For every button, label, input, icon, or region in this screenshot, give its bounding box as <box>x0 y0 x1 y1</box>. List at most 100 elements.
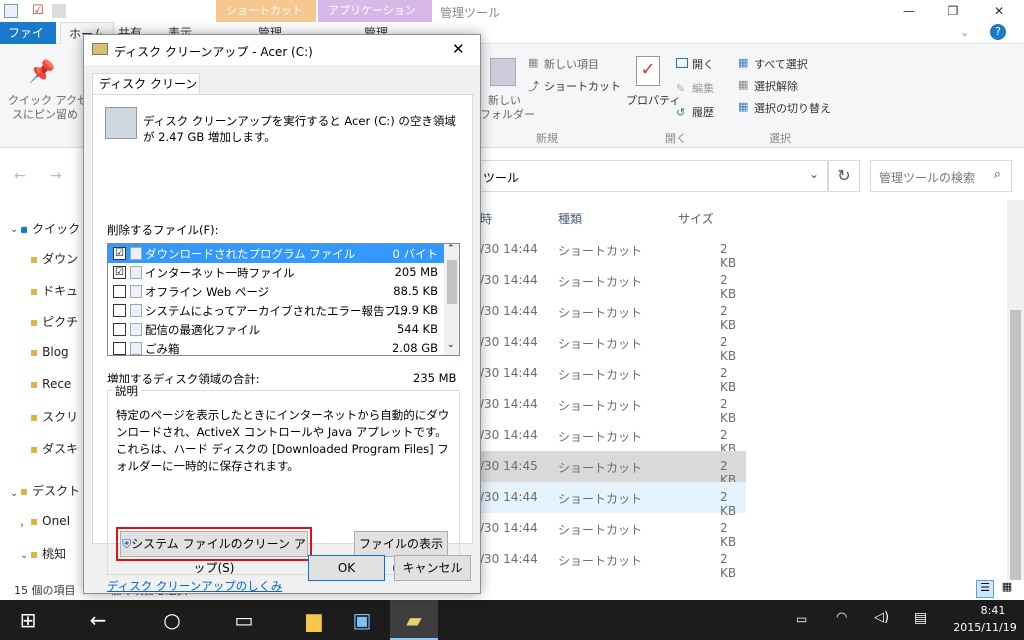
chevron-down-icon[interactable]: ⌄ <box>960 26 969 39</box>
checkbox[interactable] <box>113 323 126 336</box>
large-icons-view-icon[interactable]: ▦ <box>998 580 1016 598</box>
chevron-down-icon[interactable]: ⌄ <box>809 167 819 181</box>
invert-selection-button[interactable]: 選択の切り替え <box>754 100 831 116</box>
scroll-down-icon[interactable]: ⌄ <box>447 340 455 350</box>
task-view-icon[interactable]: ▭ <box>220 600 268 640</box>
collapse-icon[interactable]: › <box>20 520 24 531</box>
pin-icon[interactable]: 📌 <box>28 60 55 85</box>
list-scrollbar[interactable]: ⌃ ⌄ <box>444 244 459 355</box>
scroll-up-icon[interactable]: ⌃ <box>447 244 455 254</box>
control-panel-icon[interactable]: ▣ <box>338 600 386 640</box>
list-item[interactable]: ☑ ダウンロードされたプログラム ファイル 0 バイト <box>108 244 444 263</box>
forward-icon[interactable]: → <box>50 168 62 184</box>
history-button[interactable]: 履歴 <box>692 104 714 120</box>
select-none-icon: ▦ <box>738 78 749 91</box>
pin-label-2[interactable]: スにピン留め <box>12 106 78 122</box>
search-box[interactable]: 管理ツールの検索 ⌕ <box>870 160 1012 192</box>
new-folder-label-2[interactable]: フォルダー <box>480 106 535 122</box>
back-arrow-icon[interactable]: ← <box>74 600 122 640</box>
item-size: 2.08 GB <box>391 341 438 355</box>
details-view-icon[interactable]: ☰ <box>976 580 994 598</box>
tab-file[interactable]: ファイル <box>0 22 56 62</box>
list-item[interactable]: ごみ箱 2.08 GB <box>108 339 444 355</box>
list-item[interactable]: ☑ インターネット一時ファイル 205 MB <box>108 263 444 282</box>
how-cleanup-works-link[interactable]: ディスク クリーンアップのしくみ <box>107 578 282 594</box>
address-bar[interactable]: ツール ⌄ <box>480 160 828 192</box>
help-icon[interactable]: ? <box>990 24 1006 40</box>
table-row[interactable]: /30 14:44 ショートカット 2 KB <box>480 358 746 394</box>
back-icon[interactable]: ← <box>14 168 26 184</box>
maximize-icon[interactable]: ❐ <box>930 0 976 22</box>
properties-icon[interactable]: ☑ <box>32 4 46 18</box>
search-icon[interactable]: ○ <box>148 600 196 640</box>
new-folder-icon[interactable] <box>52 4 66 18</box>
disk-cleanup-task-icon[interactable]: ▰ <box>390 600 438 640</box>
expand-icon[interactable]: ⌄ <box>10 224 18 235</box>
cancel-button[interactable]: キャンセル <box>394 555 471 581</box>
new-item-button[interactable]: 新しい項目 <box>544 56 599 72</box>
expand-icon[interactable]: ⌄ <box>10 488 18 499</box>
select-all-button[interactable]: すべて選択 <box>754 56 808 72</box>
row-type: ショートカット <box>558 523 643 537</box>
folder-icon: ▪ <box>20 484 29 498</box>
checkbox[interactable] <box>113 342 126 355</box>
quick-access-icon[interactable] <box>4 4 18 18</box>
table-row[interactable]: /30 14:45 ショートカット 2 KB <box>480 451 746 487</box>
list-scroll-thumb[interactable] <box>447 260 457 304</box>
nav-item-label: クイック <box>32 222 81 236</box>
minimize-icon[interactable]: — <box>886 0 932 22</box>
vertical-scrollbar[interactable] <box>1007 200 1024 600</box>
close-icon[interactable]: ✕ <box>452 40 465 58</box>
checkbox[interactable]: ☑ <box>113 247 126 260</box>
search-placeholder: 管理ツールの検索 <box>879 171 976 185</box>
search-icon[interactable]: ⌕ <box>994 167 1001 182</box>
ok-button[interactable]: OK <box>308 555 385 581</box>
item-name: オフライン Web ページ <box>145 285 270 299</box>
start-icon[interactable]: ⊞ <box>4 600 52 640</box>
view-files-button[interactable]: ファイルの表示(V) <box>354 531 448 575</box>
close-icon[interactable]: ✕ <box>976 0 1022 22</box>
file-explorer-icon[interactable]: ▆ <box>290 600 338 640</box>
table-row[interactable]: /30 14:44 ショートカット 2 KB <box>480 420 746 456</box>
column-type[interactable]: 種類 <box>558 210 582 227</box>
clock-time[interactable]: 8:41 <box>968 604 1018 617</box>
table-row[interactable]: /30 14:44 ショートカット 2 KB <box>480 513 746 549</box>
files-to-delete-list[interactable]: ☑ ダウンロードされたプログラム ファイル 0 バイト ☑ インターネット一時ファイル 2… <box>107 243 460 356</box>
list-item[interactable]: システムによってアーカイブされたエラー報告フ... 19.9 KB <box>108 301 444 320</box>
group-open-label: 開く <box>665 132 687 145</box>
table-row[interactable]: /30 14:44 ショートカット 2 KB <box>480 389 746 425</box>
open-button[interactable]: 開く <box>692 56 714 72</box>
properties-big-icon[interactable]: ✓ <box>636 56 660 86</box>
notification-icon[interactable]: ▤ <box>914 610 927 626</box>
list-item[interactable]: 配信の最適化ファイル 544 KB <box>108 320 444 339</box>
app-tools-tab[interactable]: アプリケーション ツール <box>318 0 432 39</box>
table-row[interactable]: /30 14:44 ショートカット 2 KB <box>480 482 746 518</box>
edit-button[interactable]: 編集 <box>692 80 714 96</box>
column-size[interactable]: サイズ <box>678 210 714 227</box>
wifi-icon[interactable]: ◠ <box>836 610 847 625</box>
shortcut-button[interactable]: ショートカット <box>544 78 621 94</box>
column-date[interactable]: 時 <box>480 210 492 227</box>
checkbox[interactable] <box>113 285 126 298</box>
properties-button[interactable]: プロパティ <box>626 92 680 108</box>
checkbox[interactable] <box>113 304 126 317</box>
battery-icon[interactable]: ▭ <box>796 612 807 626</box>
system-cleanup-button[interactable]: ⛨システム ファイルのクリーン アップ(S) <box>120 531 308 575</box>
refresh-icon[interactable]: ↻ <box>828 160 860 192</box>
scrollbar-thumb[interactable] <box>1010 310 1021 580</box>
shortcut-tools-tab[interactable]: ショートカット ツール <box>216 0 316 39</box>
table-row[interactable]: /30 14:44 ショートカット 2 KB <box>480 544 746 580</box>
select-none-button[interactable]: 選択解除 <box>754 78 798 94</box>
table-row[interactable]: /30 14:44 ショートカット 2 KB <box>480 296 746 332</box>
checkbox[interactable]: ☑ <box>113 266 126 279</box>
table-row[interactable]: /30 14:44 ショートカット 2 KB <box>480 265 746 301</box>
table-row[interactable]: /30 14:44 ショートカット 2 KB <box>480 234 746 270</box>
volume-icon[interactable]: ◁) <box>874 610 889 625</box>
table-row[interactable]: /30 14:44 ショートカット 2 KB <box>480 327 746 363</box>
new-folder-big-icon[interactable] <box>490 58 516 86</box>
clock-date[interactable]: 2015/11/19 <box>950 621 1020 634</box>
expand-icon[interactable]: ⌄ <box>20 550 28 561</box>
tab-disk-cleanup[interactable]: ディスク クリーンアップ <box>92 73 200 111</box>
shield-icon: ⛨ <box>122 537 132 551</box>
list-item[interactable]: オフライン Web ページ 88.5 KB <box>108 282 444 301</box>
